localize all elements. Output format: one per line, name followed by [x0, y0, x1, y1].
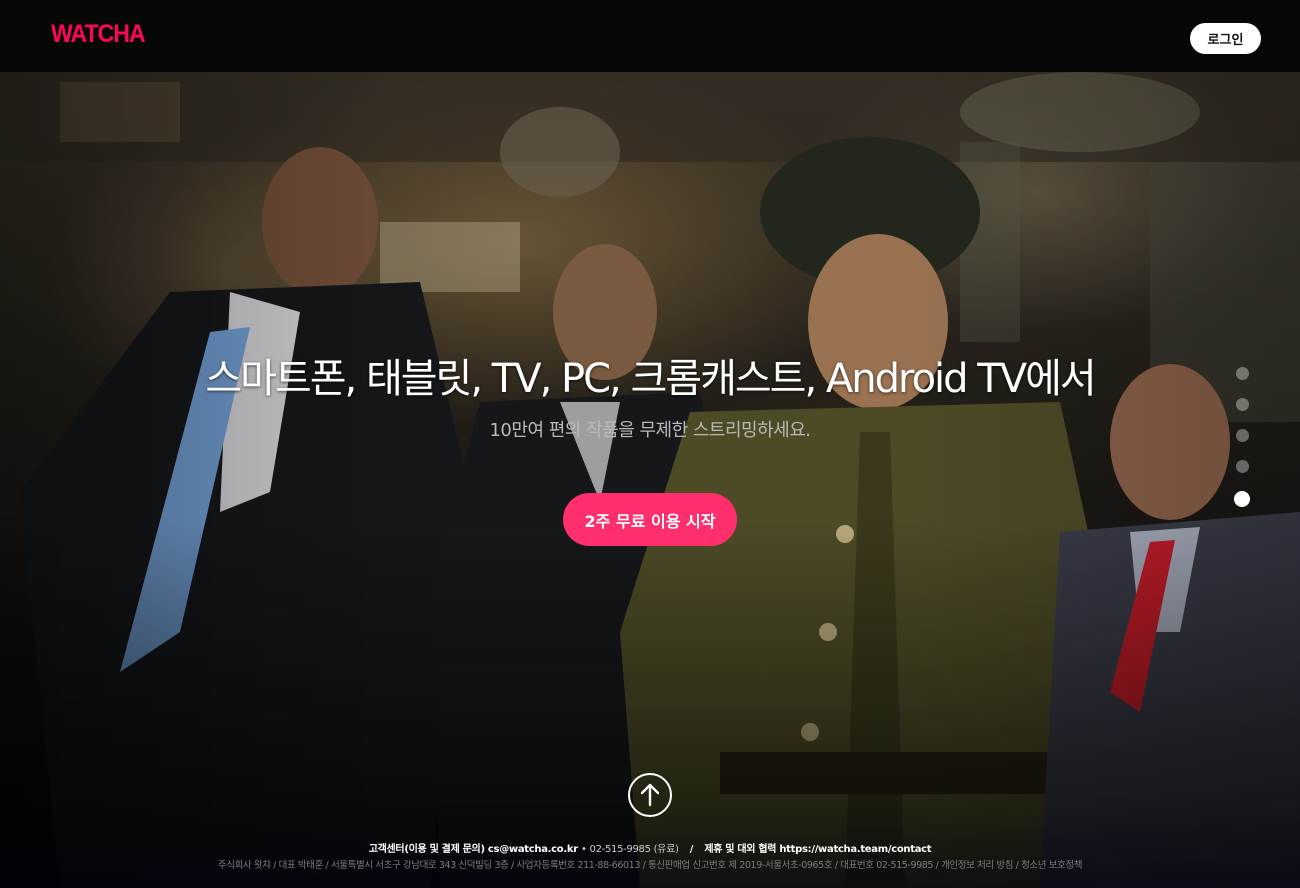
watcha-logo[interactable]: WATCHA: [51, 20, 146, 49]
carousel-dot-3[interactable]: [1235, 429, 1249, 442]
free-trial-button[interactable]: 2주 무료 이용 시작: [563, 493, 737, 546]
carousel-dot-5[interactable]: [1234, 491, 1250, 507]
hero-banner: [0, 72, 1300, 888]
carousel-dot-4[interactable]: [1235, 460, 1249, 473]
carousel-dot-2[interactable]: [1235, 398, 1249, 411]
support-phone: • 02-515-9985 (유료): [581, 844, 679, 855]
footer-company-info: 주식회사 왓챠 / 대표 박태훈 / 서울특별시 서초구 강남대로 343 신덕…: [217, 860, 1083, 871]
carousel-dot-1[interactable]: [1235, 367, 1249, 380]
support-label: 고객센터(이용 및 결제 문의): [368, 844, 485, 855]
login-button[interactable]: 로그인: [1190, 23, 1261, 54]
hero-overlay: [0, 72, 1300, 888]
hero-subline: 10만여 편의 작품을 무제한 스트리밍하세요.: [489, 420, 811, 441]
footer-separator: /: [689, 844, 694, 855]
scroll-top-button[interactable]: [628, 773, 672, 817]
page: WATCHA 로그인 스마트폰, 태블릿, TV, PC, 크롬캐스트, And…: [0, 0, 1300, 888]
support-email[interactable]: cs@watcha.co.kr: [488, 844, 578, 855]
carousel-indicators: [1234, 367, 1250, 525]
partner-label: 제휴 및 대외 협력: [704, 844, 777, 855]
footer-contact: 고객센터(이용 및 결제 문의) cs@watcha.co.kr • 02-51…: [0, 840, 1300, 855]
arrow-up-icon: [640, 783, 660, 807]
partner-link[interactable]: https://watcha.team/contact: [779, 844, 931, 855]
hero-headline: 스마트폰, 태블릿, TV, PC, 크롬캐스트, Android TV에서: [205, 356, 1096, 402]
header: WATCHA 로그인: [0, 0, 1300, 72]
